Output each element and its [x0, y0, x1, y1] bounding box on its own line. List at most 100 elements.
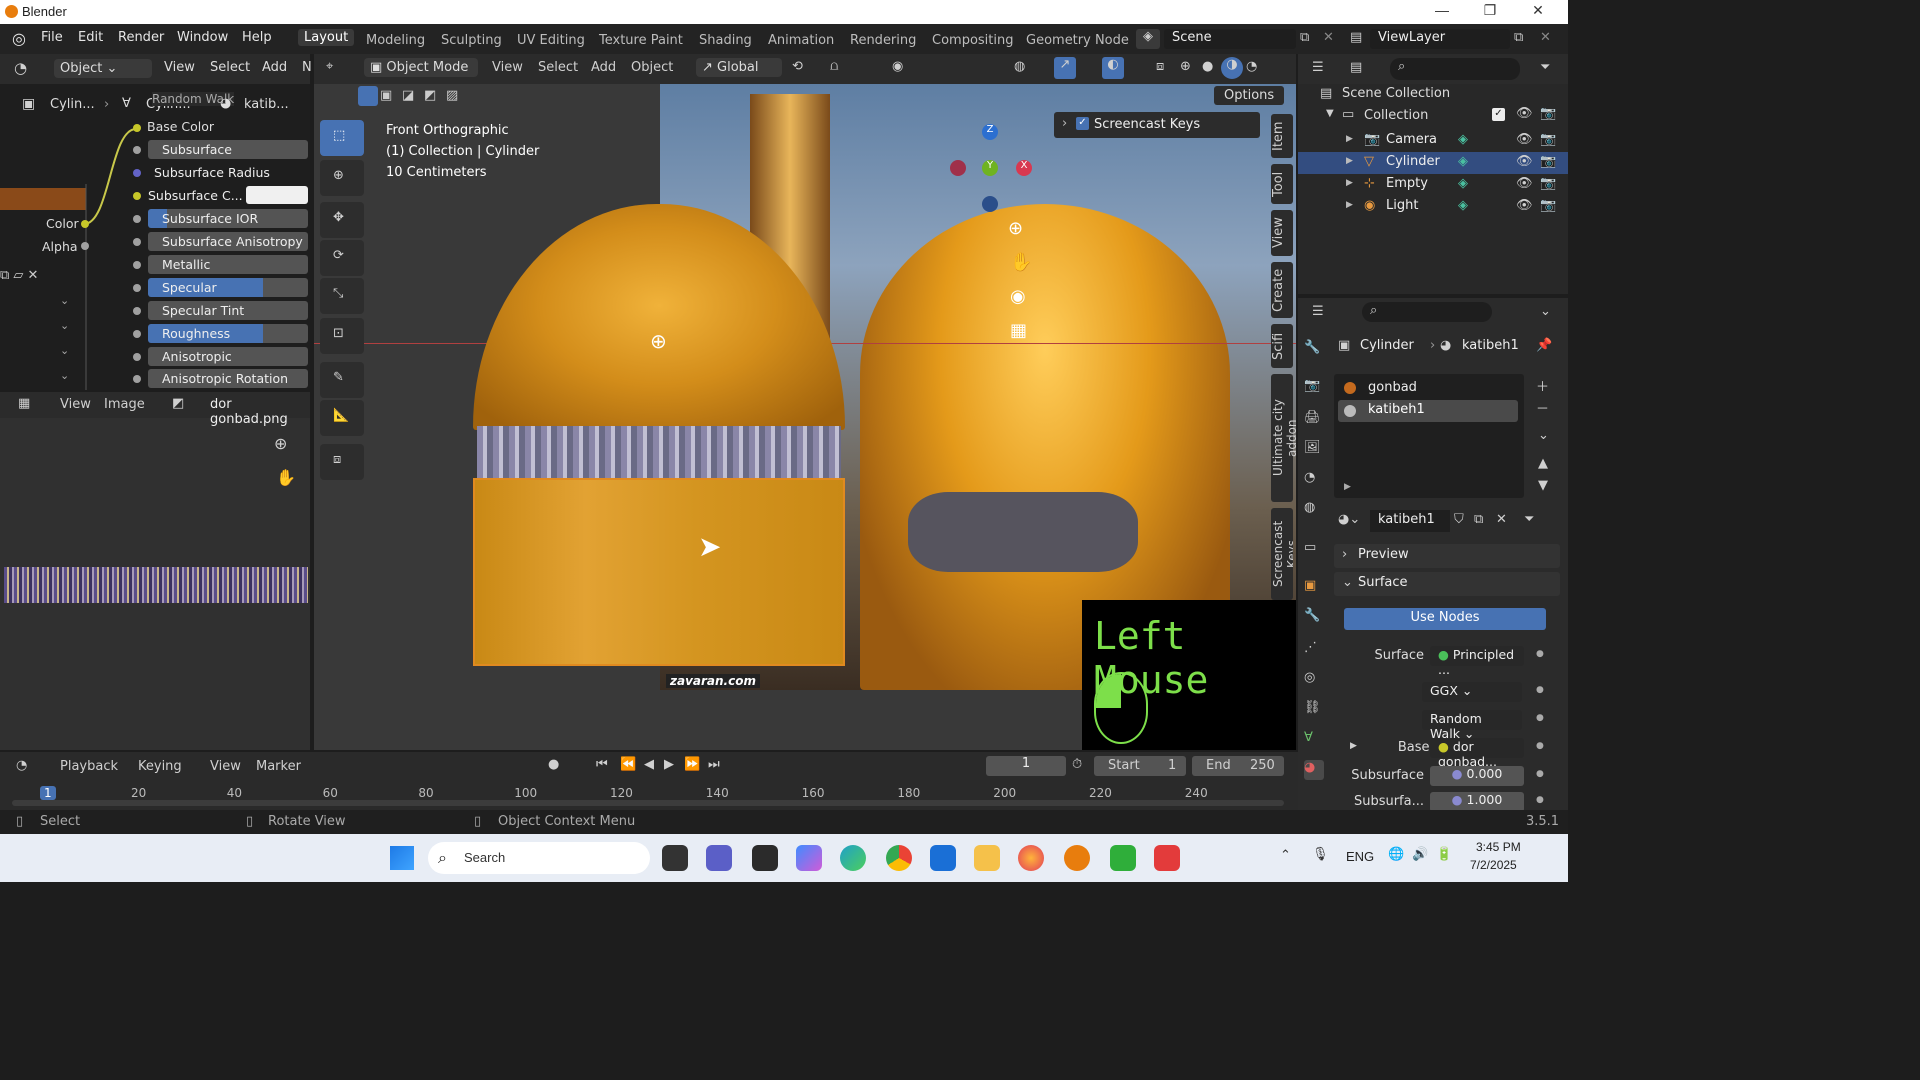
tab-create[interactable]: Create — [1271, 262, 1293, 318]
tab-shading[interactable]: Shading — [699, 33, 752, 48]
jump-start-icon[interactable]: ⏮ — [596, 757, 608, 772]
properties-options-icon[interactable]: ⌄ — [1540, 304, 1551, 319]
tool-props-icon[interactable]: 🔧 — [1304, 340, 1324, 360]
expand-icon[interactable]: ▶ — [1350, 741, 1357, 751]
store-icon[interactable] — [930, 845, 956, 871]
delete-viewlayer-icon[interactable]: ✕ — [1540, 30, 1551, 45]
transform-tool-button[interactable]: ⊡ — [320, 318, 364, 354]
pan-hand-icon[interactable]: ✋ — [276, 468, 296, 487]
clock-time[interactable]: 3:45 PM — [1476, 840, 1521, 854]
edge-icon[interactable] — [840, 845, 866, 871]
tab-animation[interactable]: Animation — [768, 33, 834, 48]
gizmo-neg-x-axis[interactable] — [950, 160, 966, 176]
expand-chevron-icon[interactable]: ▶ — [1346, 134, 1353, 144]
visibility-eye-icon[interactable]: 👁 — [1516, 198, 1533, 213]
scale-tool-button[interactable]: ⤡ — [320, 278, 364, 314]
delete-scene-icon[interactable]: ✕ — [1323, 30, 1334, 45]
object-data-icon[interactable]: ◈ — [1458, 132, 1468, 147]
zoom-icon[interactable]: ⊕ — [274, 434, 287, 453]
use-nodes-button[interactable]: Use Nodes — [1344, 608, 1546, 630]
menu-node[interactable]: N — [302, 60, 312, 75]
3d-cursor-icon[interactable]: ⊕ — [650, 329, 667, 353]
input-socket[interactable] — [133, 192, 141, 200]
node-input-field[interactable]: Subsurface — [148, 140, 308, 159]
editor-type-icon[interactable]: ◔ — [14, 59, 27, 77]
keyframe-dot-icon[interactable]: ● — [1536, 649, 1544, 659]
tab-view[interactable]: View — [1271, 210, 1293, 256]
collection-label[interactable]: Collection — [1364, 108, 1428, 123]
timeline[interactable]: ◔ Playback Keying View Marker ● ⏮ ⏪ ◀ ▶ … — [0, 752, 1298, 810]
selection-mode-buttons[interactable]: ▣ ◪ ◩ ▨ — [358, 86, 464, 108]
auto-keying-icon[interactable]: ● — [548, 757, 559, 772]
material-props-icon[interactable]: ◕ — [1304, 760, 1324, 780]
node-input-field[interactable]: Subsurface Anisotropy — [148, 232, 308, 251]
jump-keyframe-back-icon[interactable]: ⏪ — [620, 757, 636, 772]
viewport-menu-select[interactable]: Select — [538, 60, 578, 75]
viewport-menu-add[interactable]: Add — [591, 60, 616, 75]
language-indicator[interactable]: ENG — [1346, 849, 1374, 864]
subsurface-color-swatch[interactable] — [246, 186, 308, 204]
prop-value-field[interactable]: GGX ⌄ — [1422, 682, 1522, 702]
battery-icon[interactable]: 🔋 — [1436, 847, 1452, 862]
cylinder-object[interactable] — [473, 204, 845, 666]
task-view-icon[interactable] — [662, 845, 688, 871]
maximize-button[interactable]: ❐ — [1480, 2, 1500, 22]
object-data-icon[interactable]: ◈ — [1458, 198, 1468, 213]
rotate-tool-button[interactable]: ⟳ — [320, 240, 364, 276]
tab-compositing[interactable]: Compositing — [932, 33, 1014, 48]
node-input-field[interactable]: Specular — [148, 278, 308, 297]
image-menu-view[interactable]: View — [60, 397, 91, 412]
tab-texture-paint[interactable]: Texture Paint — [599, 33, 683, 48]
scene-props-icon[interactable]: ◔ — [1304, 470, 1324, 490]
tab-item[interactable]: Item — [1271, 114, 1293, 158]
close-button[interactable]: ✕ — [1528, 2, 1548, 22]
start-frame-field[interactable]: Start 1 — [1094, 756, 1186, 776]
screencast-checkbox[interactable]: ✓ — [1076, 117, 1089, 130]
add-slot-icon[interactable]: ＋ — [1536, 376, 1549, 395]
tab-ultimate-city-addon[interactable]: Ultimate city addon — [1271, 374, 1299, 502]
object-data-icon[interactable]: ◈ — [1458, 176, 1468, 191]
microphone-icon[interactable]: 🎙 — [1312, 847, 1329, 862]
collection-exclude-checkbox[interactable]: ✓ — [1492, 108, 1505, 121]
teams-icon[interactable] — [706, 845, 732, 871]
menu-window[interactable]: Window — [177, 30, 228, 45]
node-input-field[interactable]: Subsurface Radius — [148, 163, 308, 182]
input-socket[interactable] — [133, 353, 141, 361]
minimize-button[interactable]: — — [1432, 2, 1452, 22]
render-camera-icon[interactable]: 📷 — [1540, 154, 1556, 169]
measure-tool-button[interactable]: 📐 — [320, 400, 364, 436]
keyframe-dot-icon[interactable]: ● — [1536, 769, 1544, 779]
input-socket[interactable] — [133, 375, 141, 383]
select-new-icon[interactable] — [358, 86, 378, 106]
visibility-eye-icon[interactable]: 👁 — [1516, 176, 1533, 191]
viewport-menu-object[interactable]: Object — [631, 60, 673, 75]
3d-viewport[interactable]: zavaran.com ⊕ ➤ Front Orthographic (1) C… — [314, 84, 1296, 750]
start-windows-icon[interactable] — [390, 846, 414, 870]
image-node-controls[interactable]: ⧉ ▱ ✕ — [0, 268, 38, 283]
dropdown-chevron-icon[interactable]: ⌄ — [60, 294, 69, 307]
tab-layout[interactable]: Layout — [298, 29, 355, 46]
object-data-icon[interactable]: ◈ — [1458, 154, 1468, 169]
overlay-toggle-icon[interactable]: ◐ — [1102, 57, 1124, 79]
timeline-type-icon[interactable]: ◔ — [16, 758, 27, 773]
duplicate-material-icon[interactable]: ⧉ — [1474, 512, 1483, 527]
tab-rendering[interactable]: Rendering — [850, 33, 916, 48]
scene-field[interactable]: Scene — [1164, 29, 1296, 49]
tab-modeling[interactable]: Modeling — [366, 33, 425, 48]
browse-material-icon[interactable]: ◕⌄ — [1338, 512, 1360, 527]
firefox-icon[interactable] — [1018, 845, 1044, 871]
gizmo-toggle-icon[interactable]: ↗ — [1054, 57, 1076, 79]
input-socket[interactable] — [133, 169, 141, 177]
image-menu-image[interactable]: Image — [104, 397, 145, 412]
image-name-field[interactable]: dor gonbad.png — [210, 397, 310, 427]
blender-menu-icon[interactable]: ◎ — [12, 29, 26, 48]
remove-slot-icon[interactable]: － — [1536, 398, 1549, 417]
select-intersect-icon[interactable]: ▨ — [446, 88, 458, 103]
transform-orientation-dropdown[interactable]: ↗ Global — [696, 58, 782, 77]
viewlayer-field[interactable]: ViewLayer — [1370, 29, 1510, 49]
pan-view-icon[interactable]: ✋ — [1010, 252, 1032, 273]
tab-scifi[interactable]: Scifi — [1271, 324, 1293, 368]
viewport-menu-view[interactable]: View — [492, 60, 523, 75]
keyframe-dot-icon[interactable]: ● — [1536, 795, 1544, 805]
wireframe-shading-icon[interactable]: ⊕ — [1180, 59, 1191, 74]
